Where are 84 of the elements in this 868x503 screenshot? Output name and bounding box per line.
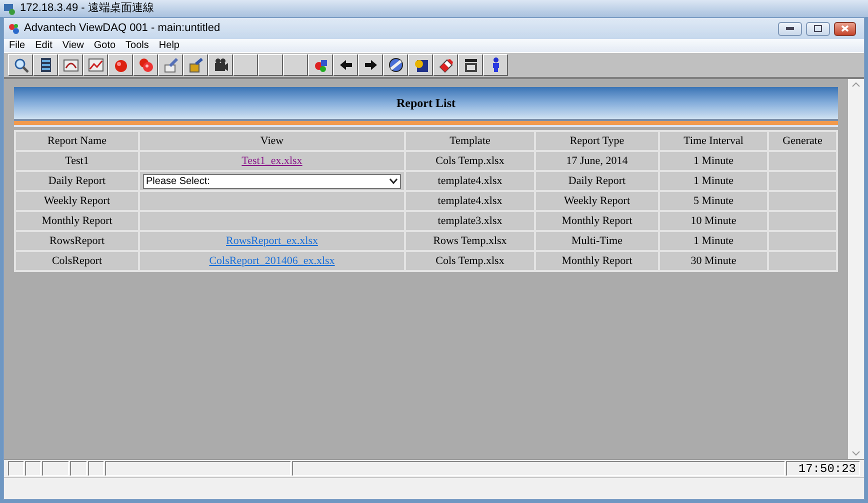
menu-item[interactable]: Edit <box>35 40 52 50</box>
blank-toolbar-button[interactable] <box>258 54 283 76</box>
table-cell: Cols Temp.xlsx <box>405 151 535 171</box>
vertical-scrollbar[interactable] <box>848 79 864 459</box>
restore-icon <box>814 25 822 32</box>
table-cell: Multi-Time <box>535 231 659 251</box>
table-cell: 30 Minute <box>659 251 768 271</box>
chart-icon <box>88 57 104 73</box>
column-header: Time Interval <box>659 131 768 151</box>
table-cell: 1 Minute <box>659 231 768 251</box>
toolbar-button[interactable] <box>333 54 358 76</box>
table-cell: Weekly Report <box>535 191 659 211</box>
globe-icon <box>388 57 404 73</box>
table-cell: 10 Minute <box>659 211 768 231</box>
eraser-icon <box>438 57 454 73</box>
toolbar-button[interactable] <box>458 54 483 76</box>
right-arrow-icon <box>362 57 378 73</box>
toolbar-button[interactable] <box>483 54 508 76</box>
shapes-icon <box>312 57 328 73</box>
table-cell: template3.xlsx <box>405 211 535 231</box>
pen-icon <box>162 57 178 73</box>
close-button[interactable] <box>834 22 856 36</box>
toolbar-button[interactable] <box>33 54 58 76</box>
maximize-button[interactable] <box>806 22 830 36</box>
clapperboard-icon <box>462 57 478 73</box>
dropdown-caret-icon <box>389 178 398 184</box>
toolbar-button[interactable] <box>58 54 83 76</box>
blank-toolbar-button[interactable] <box>283 54 308 76</box>
report-list-title: Report List <box>396 95 456 112</box>
toolbar-button[interactable] <box>183 54 208 76</box>
table-cell: Weekly Report <box>15 191 139 211</box>
toolbar-button[interactable] <box>8 54 33 76</box>
remote-desktop-icon <box>4 2 16 14</box>
status-time: 17:50:23 <box>786 461 860 476</box>
status-pane <box>8 461 24 476</box>
table-cell: Test1 <box>15 151 139 171</box>
table-cell: Monthly Report <box>535 211 659 231</box>
table-cell: Daily Report <box>15 171 139 191</box>
table-cell: 5 Minute <box>659 191 768 211</box>
camera-icon <box>212 57 228 73</box>
menu-item[interactable]: Goto <box>94 40 116 50</box>
alarms-icon <box>138 57 154 73</box>
remote-title: 172.18.3.49 - 遠端桌面連線 <box>20 0 154 16</box>
scroll-up-icon[interactable] <box>852 82 860 87</box>
toolbar-button[interactable] <box>208 54 233 76</box>
menu-item[interactable]: File <box>9 40 26 50</box>
alarm-icon <box>112 57 128 73</box>
column-header: View <box>139 131 405 151</box>
app-icon <box>8 22 20 34</box>
toolbar-button[interactable] <box>308 54 333 76</box>
table-cell: Daily Report <box>535 171 659 191</box>
search-icon <box>12 57 28 73</box>
minimize-icon <box>786 27 794 30</box>
window-title: Advantech ViewDAQ 001 - main:untitled <box>24 21 222 36</box>
table-cell: RowsReport <box>15 231 139 251</box>
table-cell: 17 June, 2014 <box>535 151 659 171</box>
table-cell: 1 Minute <box>659 151 768 171</box>
table-cell: Cols Temp.xlsx <box>405 251 535 271</box>
blank-toolbar-button[interactable] <box>233 54 258 76</box>
table-cell: ColsReport <box>15 251 139 271</box>
menu-item[interactable]: Tools <box>126 40 149 50</box>
toolbar-button[interactable] <box>433 54 458 76</box>
table-cell: Rows Temp.xlsx <box>405 231 535 251</box>
table-cell: Monthly Report <box>535 251 659 271</box>
column-header: Report Type <box>535 131 659 151</box>
toolbar-button[interactable] <box>358 54 383 76</box>
left-arrow-icon <box>338 57 354 73</box>
table-cell: Monthly Report <box>15 211 139 231</box>
table-cell: template4.xlsx <box>405 191 535 211</box>
menu-item[interactable]: Help <box>158 40 180 50</box>
minimize-button[interactable] <box>778 22 802 36</box>
toolbar-button[interactable] <box>83 54 108 76</box>
toolbar-button[interactable] <box>408 54 433 76</box>
menu-item[interactable]: View <box>62 40 84 50</box>
file-link[interactable]: Test1_ex.xlsx <box>242 154 302 167</box>
column-header: Template <box>405 131 535 151</box>
toolbar-button[interactable] <box>383 54 408 76</box>
column-header: Report Name <box>15 131 139 151</box>
column-header: Generate <box>768 131 837 151</box>
table-cell: template4.xlsx <box>405 171 535 191</box>
close-icon <box>841 25 849 32</box>
scroll-down-icon[interactable] <box>852 451 860 456</box>
file-select[interactable]: Please Select: <box>143 174 401 188</box>
table-cell: 1 Minute <box>659 171 768 191</box>
